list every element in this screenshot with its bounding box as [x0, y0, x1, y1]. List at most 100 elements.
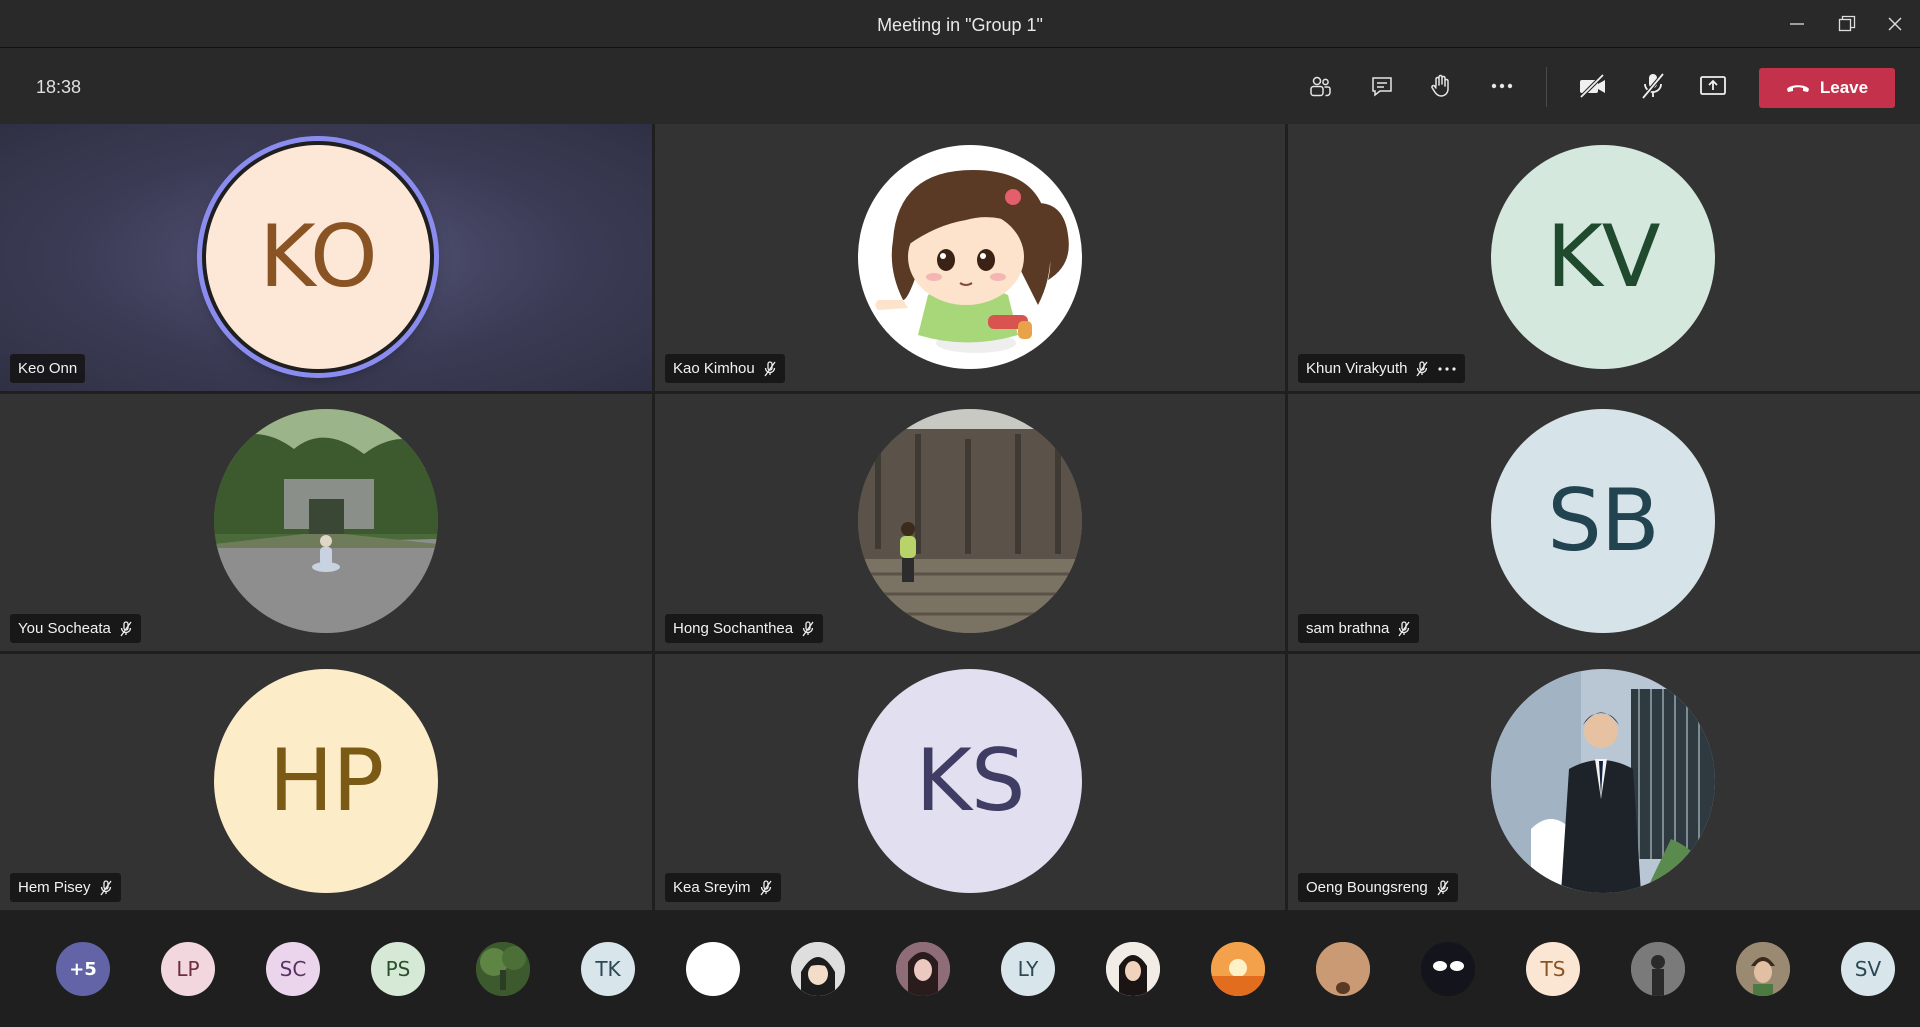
name-tag: Khun Virakyuth: [1298, 354, 1466, 383]
participant-strip: +5 LP SC PS TK LY TS SV: [0, 910, 1920, 1027]
name-tag: Kao Kimhou: [665, 354, 785, 383]
participant-name: Hong Sochanthea: [673, 620, 794, 637]
participant-tile[interactable]: KO Keo Onn: [0, 124, 652, 391]
participant-name: Kao Kimhou: [673, 360, 755, 377]
avatar: [858, 409, 1082, 633]
participant-name: Oeng Boungsreng: [1306, 879, 1428, 896]
chat-icon: [1372, 77, 1392, 97]
meeting-toolbar: 18:38 Leave: [0, 48, 1920, 124]
participant-avatar[interactable]: [791, 942, 845, 996]
participant-avatar[interactable]: SV: [1841, 942, 1895, 996]
leave-button[interactable]: Leave: [1759, 68, 1895, 108]
share-screen-icon: [1700, 76, 1726, 95]
figure-photo-image: [1631, 942, 1685, 996]
participant-tile[interactable]: SB sam brathna: [1288, 394, 1920, 651]
selfie-photo-image: [896, 942, 950, 996]
name-tag: Hong Sochanthea: [665, 614, 824, 643]
name-tag: Hem Pisey: [10, 873, 121, 902]
mic-off-icon: [760, 879, 772, 895]
avatar: [214, 409, 438, 633]
camera-off-icon: [1579, 73, 1605, 99]
avatar-initials: SV: [1854, 957, 1882, 981]
more-options-icon[interactable]: [1437, 366, 1457, 372]
name-tag: Keo Onn: [10, 354, 86, 383]
avatar-initials: SC: [279, 957, 307, 981]
participant-name: Hem Pisey: [18, 879, 91, 896]
minimize-button[interactable]: [1772, 0, 1822, 48]
forest-photo-image: [476, 942, 530, 996]
participant-avatar[interactable]: SC: [266, 942, 320, 996]
avatar-initials: LY: [1017, 957, 1039, 981]
more-actions-button[interactable]: [1476, 60, 1528, 112]
participant-avatar[interactable]: [1631, 942, 1685, 996]
name-tag: sam brathna: [1298, 614, 1420, 643]
avatar-initials: PS: [385, 957, 411, 981]
avatar: HP: [214, 669, 438, 893]
man-suit-photo-image: [1491, 669, 1715, 893]
raise-hand-button[interactable]: [1415, 60, 1467, 112]
avatar-initials: HP: [268, 731, 385, 831]
hang-up-icon: [1786, 85, 1809, 92]
boy-photo-image: [1736, 942, 1790, 996]
more-participants-button[interactable]: +5: [56, 942, 110, 996]
participant-avatar[interactable]: [1736, 942, 1790, 996]
avatar: SB: [1491, 409, 1715, 633]
avatar-initials: SB: [1547, 471, 1660, 571]
mic-off-icon: [1437, 879, 1449, 895]
avatar-initials: TS: [1540, 957, 1566, 981]
close-button[interactable]: [1870, 0, 1920, 48]
person-photo-image: [1316, 942, 1370, 996]
park-photo-image: [214, 409, 438, 633]
mic-off-icon: [1398, 620, 1410, 636]
participant-tile[interactable]: Kao Kimhou: [655, 124, 1285, 391]
avatar-initials: KO: [259, 207, 377, 307]
participant-avatar[interactable]: [1211, 942, 1265, 996]
participant-avatar[interactable]: [1106, 942, 1160, 996]
toolbar-divider: [1546, 67, 1547, 107]
title-bar: Meeting in "Group 1": [0, 0, 1920, 48]
participant-tile[interactable]: KV Khun Virakyuth: [1288, 124, 1920, 391]
share-screen-button[interactable]: [1687, 60, 1739, 112]
mic-off-icon: [100, 879, 112, 895]
more-icon: [1491, 83, 1513, 89]
chat-button[interactable]: [1356, 60, 1408, 112]
restore-button[interactable]: [1822, 0, 1872, 48]
participant-avatar[interactable]: TS: [1526, 942, 1580, 996]
participant-tile[interactable]: HP Hem Pisey: [0, 654, 652, 910]
video-grid: KO Keo Onn Kao Kimhou KV Khun Virakyuth …: [0, 124, 1920, 910]
sunset-photo-image: [1211, 942, 1265, 996]
restore-icon: [1838, 15, 1856, 32]
participant-tile[interactable]: Oeng Boungsreng: [1288, 654, 1920, 910]
avatar: KS: [858, 669, 1082, 893]
participant-avatar[interactable]: [1421, 942, 1475, 996]
close-icon: [1888, 17, 1902, 31]
participant-tile[interactable]: Hong Sochanthea: [655, 394, 1285, 651]
participant-avatar[interactable]: [1316, 942, 1370, 996]
mic-toggle-button[interactable]: [1627, 60, 1679, 112]
camera-toggle-button[interactable]: [1567, 60, 1619, 112]
avatar: [858, 145, 1082, 369]
anime-avatar-image: [791, 942, 845, 996]
mic-off-icon: [1416, 360, 1428, 376]
participant-avatar[interactable]: LP: [161, 942, 215, 996]
avatar: KV: [1491, 145, 1715, 369]
participant-tile[interactable]: You Socheata: [0, 394, 652, 651]
mic-off-icon: [120, 620, 132, 636]
participant-avatar[interactable]: [686, 942, 740, 996]
participant-avatar[interactable]: TK: [581, 942, 635, 996]
participant-name: sam brathna: [1306, 620, 1390, 637]
cartoon-girl-image: [875, 170, 1069, 353]
participant-avatar[interactable]: PS: [371, 942, 425, 996]
mic-off-icon: [802, 620, 814, 636]
leave-label: Leave: [1819, 78, 1869, 97]
participant-tile[interactable]: KS Kea Sreyim: [655, 654, 1285, 910]
participant-avatar[interactable]: [476, 942, 530, 996]
avatar-initials: KS: [915, 731, 1026, 831]
avatar-initials: KV: [1546, 207, 1660, 307]
participants-button[interactable]: [1294, 60, 1346, 112]
participant-name: Kea Sreyim: [673, 879, 751, 896]
participant-avatar[interactable]: [896, 942, 950, 996]
minimize-icon: [1790, 23, 1804, 25]
participant-avatar[interactable]: LY: [1001, 942, 1055, 996]
raise-hand-icon: [1431, 74, 1449, 97]
